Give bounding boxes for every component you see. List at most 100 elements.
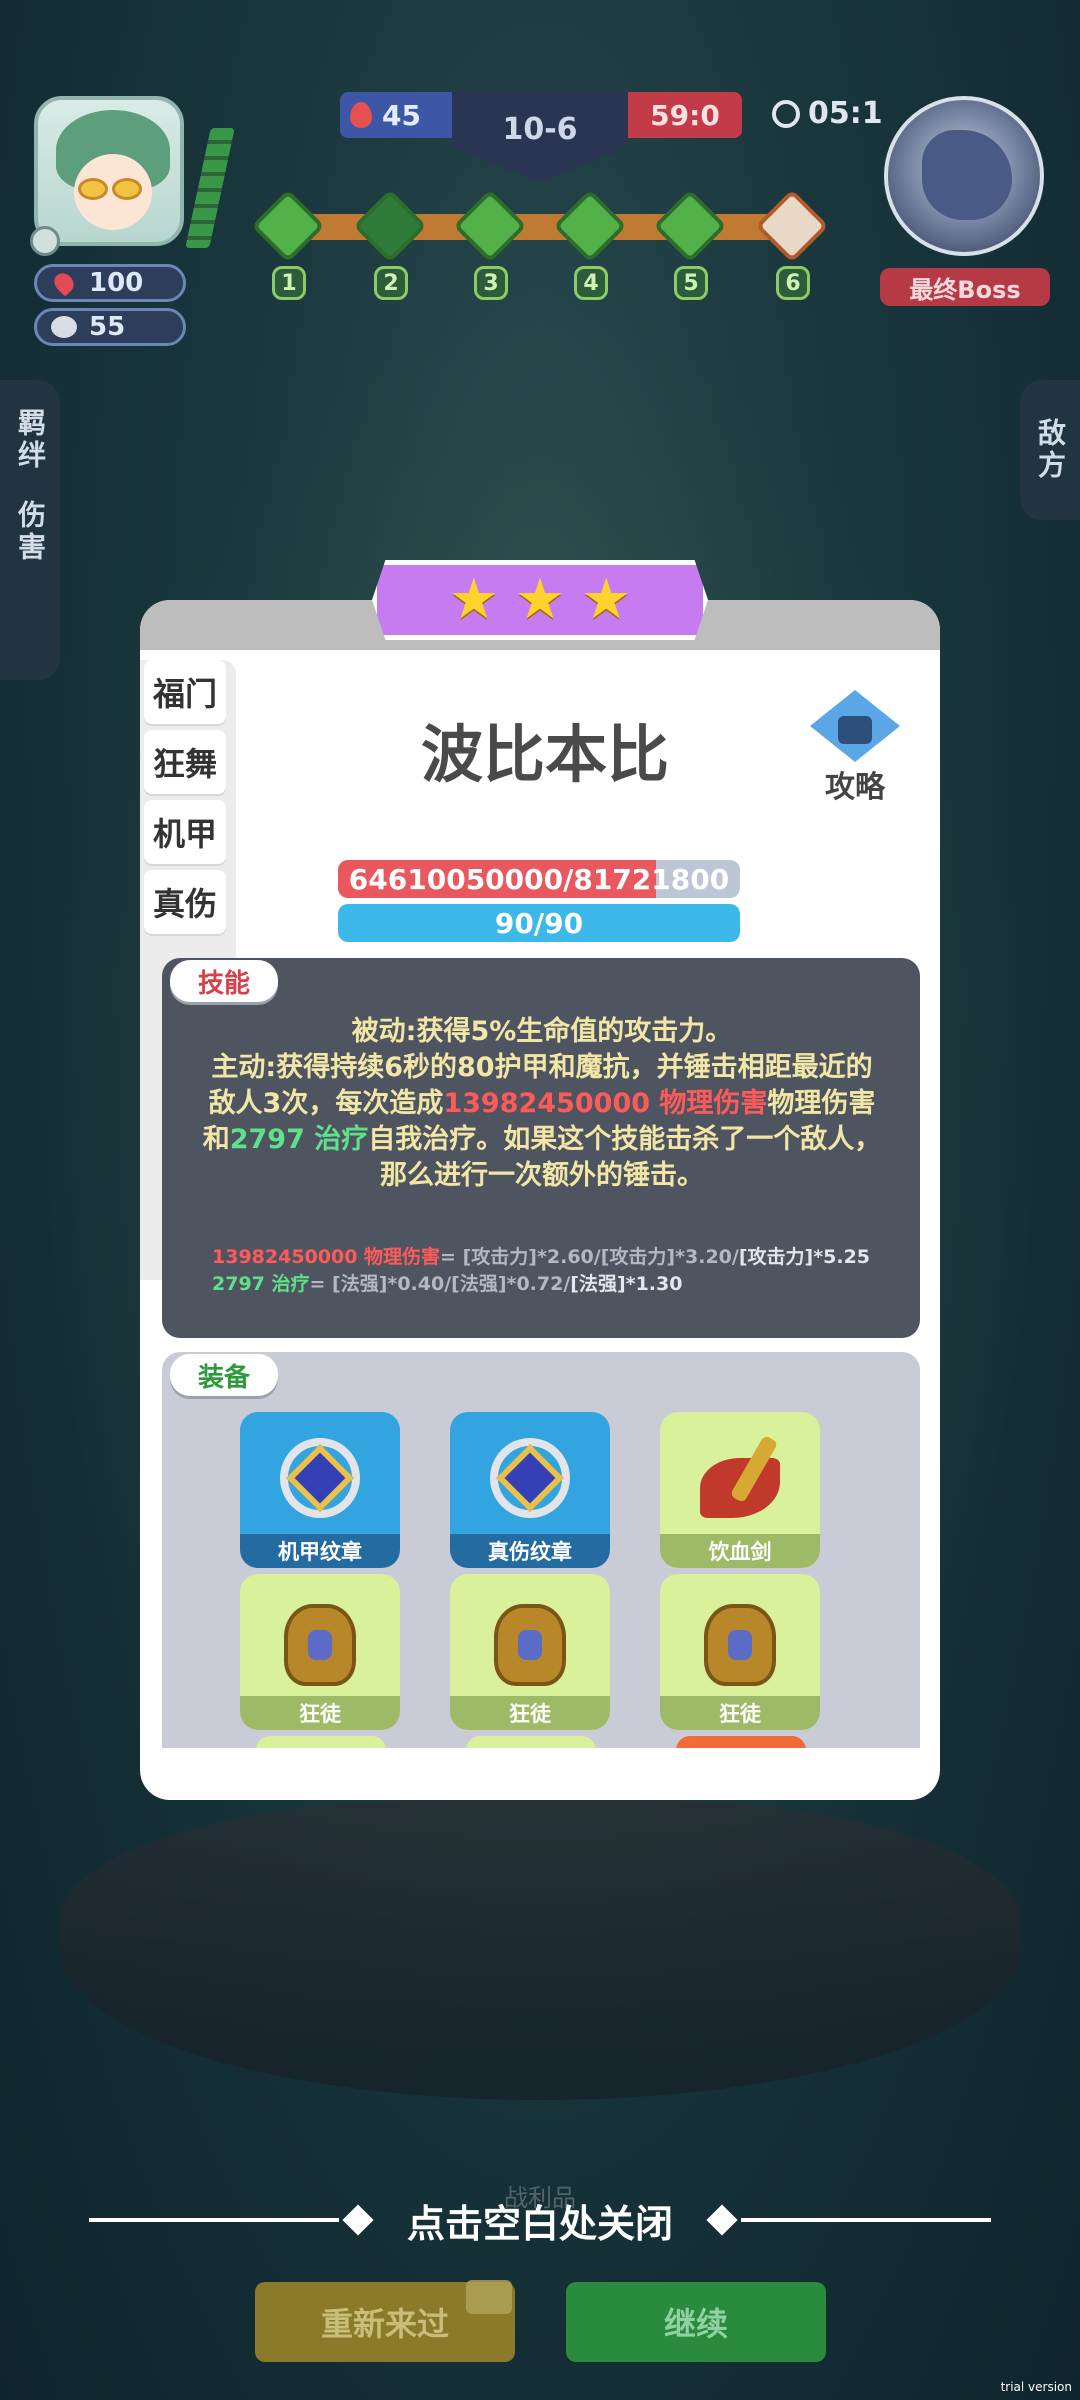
diamond-icon <box>342 2204 374 2236</box>
equip-item-peek <box>256 1736 386 1748</box>
equip-item[interactable]: 狂徒 <box>660 1574 820 1730</box>
armor-icon <box>480 1590 580 1690</box>
skill-passive: 被动:获得5%生命值的攻击力。 <box>351 1016 733 1047</box>
equip-item-name: 狂徒 <box>450 1696 610 1730</box>
equip-item-peek <box>676 1736 806 1748</box>
skill-section-label: 技能 <box>170 960 278 1002</box>
player-avatar[interactable] <box>34 96 184 246</box>
score-left: 45 <box>340 92 452 138</box>
hp-pill: 100 <box>34 264 186 302</box>
hp-bar: 64610050000/81721800 <box>338 860 740 898</box>
stage-path <box>270 214 810 240</box>
clock-icon <box>772 99 800 128</box>
guide-button[interactable]: 攻略 <box>800 690 910 806</box>
side-tabs-left: 羁绊 伤害 <box>0 380 60 680</box>
equip-item[interactable]: 狂徒 <box>450 1574 610 1730</box>
stage-value: 10-6 <box>502 112 578 147</box>
equip-item[interactable]: 狂徒 <box>240 1574 400 1730</box>
tab-trait[interactable]: 真伤 <box>144 870 226 934</box>
timer-value: 05:1 <box>808 96 883 131</box>
path-number: 1 <box>272 266 306 300</box>
divider <box>88 2218 339 2222</box>
equip-item-name: 真伤纹章 <box>450 1534 610 1568</box>
divider <box>741 2218 991 2222</box>
skill-description: 被动:获得5%生命值的攻击力。 主动:获得持续6秒的80护甲和魔抗，并锤击相距最… <box>202 1014 882 1194</box>
path-number: 5 <box>674 266 708 300</box>
star-icon: ★ <box>448 567 499 632</box>
tab-bonds[interactable]: 羁绊 <box>10 408 50 472</box>
armor-icon <box>270 1590 370 1690</box>
trial-watermark: trial version <box>1000 2380 1072 2394</box>
skill-formula: 13982450000 物理伤害= [攻击力]*2.60/[攻击力]*3.20/… <box>212 1244 892 1298</box>
skill-heal-value: 2797 治疗 <box>229 1124 369 1155</box>
boss-avatar[interactable] <box>884 96 1044 256</box>
equip-item-name: 饮血剑 <box>660 1534 820 1568</box>
tab-trait[interactable]: 机甲 <box>144 800 226 864</box>
formula-damage: 13982450000 物理伤害= [攻击力]*2.60/[攻击力]*3.20/… <box>212 1244 892 1271</box>
formula-heal-value: 2797 治疗 <box>212 1273 310 1295</box>
continue-button[interactable]: 继续 <box>566 2282 826 2362</box>
formula-damage-ref: = [攻击力]*2.60/[攻击力]*3.20/ <box>440 1246 739 1268</box>
guide-label: 攻略 <box>825 770 885 805</box>
skill-heal-text: 自我治疗。如果这个技能击杀了一个敌人，那么进行一次额外的锤击。 <box>368 1124 882 1191</box>
mana-bar: 90/90 <box>338 904 740 942</box>
emblem-icon <box>270 1428 370 1528</box>
score-right: 59:0 <box>628 92 742 138</box>
hero-name: 波比本比 <box>420 718 669 791</box>
close-hint-text: 点击空白处关闭 <box>406 2201 673 2246</box>
hp-value: 100 <box>89 268 144 298</box>
video-icon <box>466 2280 512 2314</box>
equip-section-label: 装备 <box>170 1354 278 1396</box>
close-hint[interactable]: 点击空白处关闭 <box>0 2190 1080 2250</box>
skill-damage-value: 13982450000 物理伤害 <box>443 1088 768 1119</box>
coin-icon <box>51 316 77 338</box>
skill-panel: 技能 被动:获得5%生命值的攻击力。 主动:获得持续6秒的80护甲和魔抗，并锤击… <box>162 958 920 1338</box>
blood-drop-icon <box>350 102 372 128</box>
side-tab-enemy[interactable]: 敌方 <box>1020 380 1080 520</box>
tab-trait[interactable]: 狂舞 <box>144 730 226 794</box>
equip-item-peek <box>466 1736 596 1748</box>
coin-pill: 55 <box>34 308 186 346</box>
timer: 05:1 <box>772 96 883 131</box>
equip-item-name: 狂徒 <box>240 1696 400 1730</box>
formula-heal: 2797 治疗= [法强]*0.40/[法强]*0.72/[法强]*1.30 <box>212 1271 892 1298</box>
skill-heal-prefix: 和 <box>202 1124 230 1155</box>
path-number: 2 <box>374 266 408 300</box>
graduation-cap-icon <box>810 690 900 762</box>
star-rating: ★ ★ ★ <box>372 560 708 640</box>
formula-damage-end: [攻击力]*5.25 <box>738 1246 871 1268</box>
equip-item-name: 机甲纹章 <box>240 1534 400 1568</box>
trait-tabs: 福门 狂舞 机甲 真伤 <box>144 660 234 940</box>
equip-label: 装备 <box>197 1362 250 1393</box>
tab-trait[interactable]: 福门 <box>144 660 226 724</box>
equip-item[interactable]: 真伤纹章 <box>450 1412 610 1568</box>
path-number: 6 <box>776 266 810 300</box>
path-number: 3 <box>474 266 508 300</box>
emblem-icon <box>480 1428 580 1528</box>
equipment-panel: 装备 机甲纹章 真伤纹章 饮血剑 狂徒 狂徒 狂徒 <box>162 1352 920 1748</box>
star-icon: ★ <box>581 567 632 632</box>
equip-item-name: 狂徒 <box>660 1696 820 1730</box>
skill-label: 技能 <box>197 968 250 999</box>
heart-icon <box>50 269 78 297</box>
score-right-value: 59:0 <box>650 98 720 132</box>
tab-damage[interactable]: 伤害 <box>10 500 50 564</box>
boss-label: 最终Boss <box>880 268 1050 306</box>
armor-icon <box>690 1590 790 1690</box>
diamond-icon <box>706 2204 738 2236</box>
sword-icon <box>690 1428 790 1528</box>
skill-damage-type: 物理伤害 <box>767 1088 876 1119</box>
tab-enemy-label: 敌方 <box>1034 418 1067 482</box>
skill-active: 主动:获得持续6秒的80护甲和魔抗，并锤击相距最近的敌人3次，每次造成13982… <box>202 1050 882 1122</box>
formula-damage-value: 13982450000 物理伤害 <box>212 1246 441 1268</box>
hero-detail-modal: 福门 狂舞 机甲 真伤 波比本比 攻略 64610050000/81721800… <box>140 600 940 1800</box>
gear-icon[interactable] <box>30 226 60 256</box>
formula-heal-ref: = [法强]*0.40/[法强]*0.72/ <box>309 1273 571 1295</box>
formula-heal-end: [法强]*1.30 <box>570 1273 683 1295</box>
skill-heal: 和2797 治疗自我治疗。如果这个技能击杀了一个敌人，那么进行一次额外的锤击。 <box>202 1122 882 1194</box>
path-number: 4 <box>574 266 608 300</box>
equip-item[interactable]: 饮血剑 <box>660 1412 820 1568</box>
star-icon: ★ <box>514 567 566 632</box>
hp-text: 64610050000/81721800 <box>348 862 730 896</box>
equip-item[interactable]: 机甲纹章 <box>240 1412 400 1568</box>
